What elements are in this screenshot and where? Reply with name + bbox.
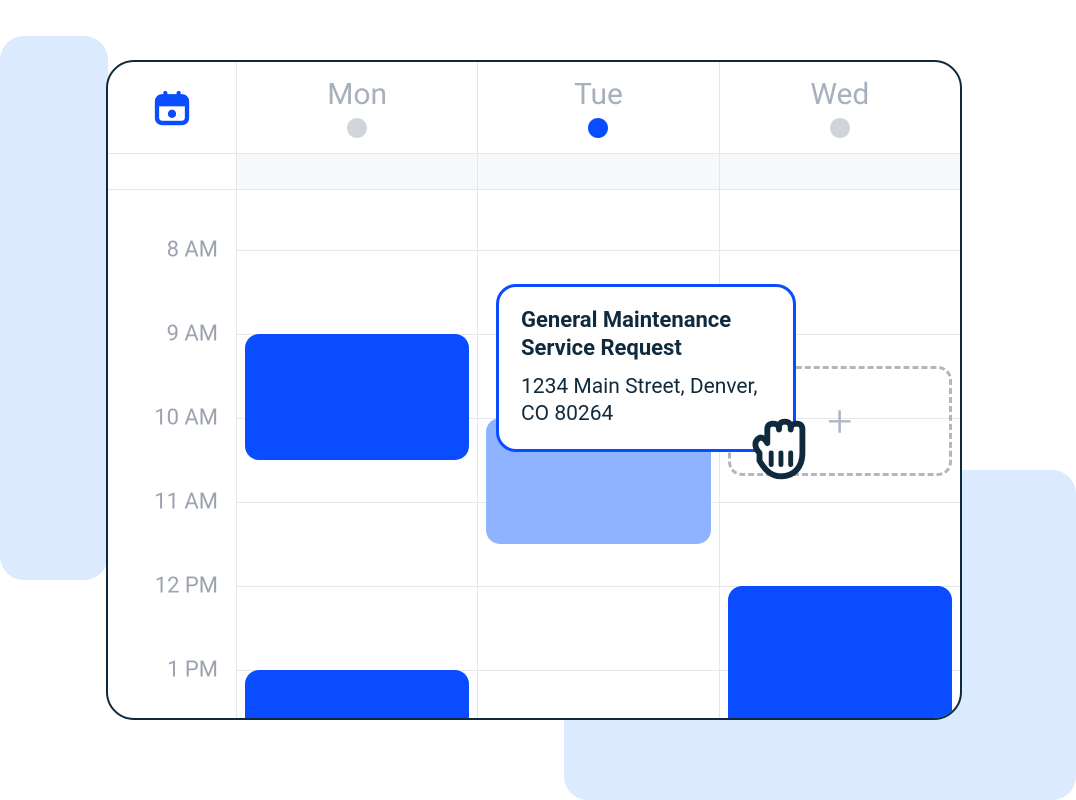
day-label: Mon xyxy=(327,77,387,112)
calendar-event[interactable] xyxy=(245,334,469,460)
calendar-icon[interactable] xyxy=(108,62,236,153)
plus-icon: + xyxy=(827,395,852,447)
time-label: 9 AM xyxy=(167,322,218,347)
allday-row xyxy=(108,154,960,190)
calendar-header: Mon Tue Wed xyxy=(108,62,960,154)
day-dot xyxy=(588,118,608,138)
calendar-body: 8 AM 9 AM 10 AM 11 AM 12 PM 1 PM xyxy=(108,190,960,718)
time-label: 10 AM xyxy=(154,406,218,431)
day-column-header-tue[interactable]: Tue xyxy=(477,62,718,153)
time-label: 12 PM xyxy=(155,574,218,599)
calendar-event[interactable] xyxy=(245,670,469,720)
day-column-tue[interactable] xyxy=(477,190,718,718)
time-label: 11 AM xyxy=(154,490,218,515)
grab-cursor-icon xyxy=(740,410,818,492)
day-dot xyxy=(347,118,367,138)
day-column-header-wed[interactable]: Wed xyxy=(719,62,960,153)
time-label: 8 AM xyxy=(167,238,218,263)
background-decoration-left xyxy=(0,36,108,580)
day-label: Tue xyxy=(574,77,623,112)
day-dot xyxy=(830,118,850,138)
day-column-header-mon[interactable]: Mon xyxy=(236,62,477,153)
time-gutter: 8 AM 9 AM 10 AM 11 AM 12 PM 1 PM xyxy=(108,190,236,718)
popover-address: 1234 Main Street, Denver, CO 80264 xyxy=(521,374,771,429)
day-column-mon[interactable] xyxy=(236,190,477,718)
popover-title: General Maintenance Service Request xyxy=(521,307,771,362)
calendar-event[interactable] xyxy=(728,586,952,720)
day-label: Wed xyxy=(810,77,869,112)
time-label: 1 PM xyxy=(167,658,218,683)
calendar-card: Mon Tue Wed 8 AM 9 AM 10 AM 11 AM 12 PM … xyxy=(106,60,962,720)
